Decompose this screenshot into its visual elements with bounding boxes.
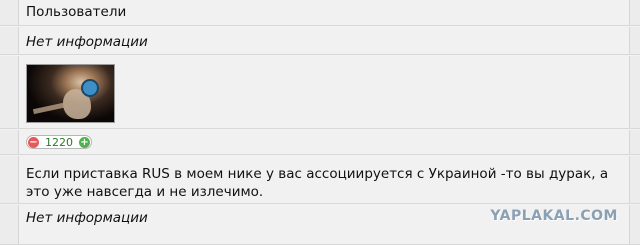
reputation-row: − 1220 +	[0, 130, 640, 155]
avatar-mask	[83, 81, 97, 95]
info-row-top: Нет информации	[0, 27, 640, 55]
row-left-edge	[0, 205, 19, 244]
avatar-row	[0, 56, 640, 129]
user-group-label: Пользователи	[26, 4, 127, 20]
reputation-widget: − 1220 +	[26, 135, 92, 149]
row-left-edge	[0, 56, 19, 128]
avatar[interactable]	[26, 64, 115, 123]
row-left-edge	[0, 27, 19, 54]
row-right-edge	[629, 156, 640, 203]
row-right-edge	[629, 130, 640, 154]
user-profile-panel: Пользователи Нет информации − 1220 + Есл…	[0, 0, 640, 245]
minus-icon[interactable]: −	[28, 136, 39, 148]
group-row: Пользователи	[0, 0, 640, 26]
row-left-edge	[0, 156, 19, 203]
row-right-edge	[629, 56, 640, 128]
signature-text: Если приставка RUS в моем нике у вас асс…	[26, 166, 609, 200]
reputation-value: 1220	[45, 135, 73, 149]
info-text-top: Нет информации	[26, 34, 148, 50]
row-left-edge	[0, 0, 19, 25]
watermark-text: YAPLAKAL.COM	[490, 208, 618, 224]
row-left-edge	[0, 130, 19, 154]
signature-row: Если приставка RUS в моем нике у вас асс…	[0, 156, 640, 204]
plus-icon[interactable]: +	[79, 136, 90, 148]
